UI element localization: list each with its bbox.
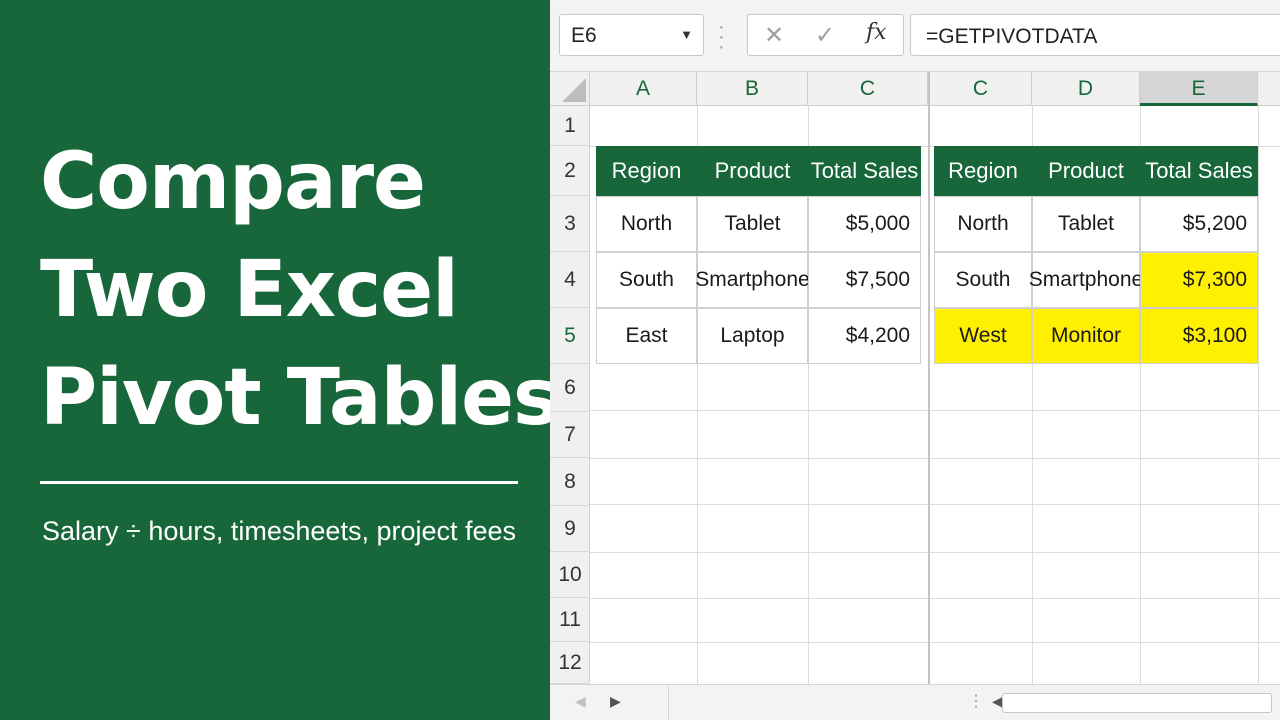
select-all-icon — [562, 78, 586, 102]
gridline — [590, 642, 1280, 643]
row-header[interactable]: 11 — [550, 598, 590, 642]
horizontal-scrollbar[interactable] — [1002, 693, 1272, 713]
row-header[interactable]: 3 — [550, 196, 590, 252]
column-header[interactable]: B — [697, 72, 808, 106]
table-cell[interactable]: Tablet — [1032, 196, 1140, 252]
drag-handle-icon[interactable]: · · · — [718, 17, 725, 57]
column-header[interactable]: D — [1032, 72, 1140, 106]
insert-function-icon[interactable]: fx — [866, 20, 887, 45]
drag-handle-icon[interactable]: ⋮ — [968, 691, 984, 711]
gridline — [590, 458, 1280, 459]
status-divider — [668, 685, 669, 720]
gridline — [590, 504, 1280, 505]
scroll-right-icon[interactable]: ▶ — [610, 693, 621, 710]
table-cell[interactable]: South — [934, 252, 1032, 308]
row-header[interactable]: 2 — [550, 146, 590, 196]
banner-title-line: Pivot Tables — [40, 353, 550, 443]
banner-subtitle: Salary ÷ hours, timesheets, project fees — [42, 516, 517, 546]
column-headers: A B C C D E — [590, 72, 1280, 106]
table-cell[interactable]: $7,500 — [808, 252, 921, 308]
row-header-selected[interactable]: 5 — [550, 308, 590, 364]
table-cell[interactable]: $4,200 — [808, 308, 921, 364]
title-banner: Compare Two Excel Pivot Tables Salary ÷ … — [0, 0, 550, 720]
banner-divider — [40, 481, 518, 484]
worksheet-grid[interactable]: A B C C D E 1 2 3 4 5 6 7 8 9 10 11 12 R… — [550, 72, 1280, 684]
column-header[interactable]: C — [808, 72, 928, 106]
row-header[interactable]: 8 — [550, 458, 590, 506]
column-header-selected[interactable]: E — [1140, 72, 1258, 106]
select-all-button[interactable] — [550, 72, 590, 106]
table-header-cell[interactable]: Total Sales — [1140, 146, 1258, 196]
row-headers: 1 2 3 4 5 6 7 8 9 10 11 12 — [550, 106, 590, 684]
column-header[interactable]: C — [930, 72, 1032, 106]
split-pane-divider[interactable] — [928, 72, 930, 684]
row-header[interactable]: 1 — [550, 106, 590, 146]
table-cell[interactable]: South — [596, 252, 697, 308]
table-header-cell[interactable]: Region — [596, 146, 697, 196]
table-header-cell[interactable]: Product — [1032, 146, 1140, 196]
table-header-cell[interactable]: Product — [697, 146, 808, 196]
chevron-down-icon[interactable]: ▼ — [680, 27, 693, 42]
gridline — [590, 552, 1280, 553]
row-header[interactable]: 12 — [550, 642, 590, 684]
table-header-cell[interactable]: Total Sales — [808, 146, 921, 196]
table-cell[interactable]: Tablet — [697, 196, 808, 252]
name-box[interactable]: E6 ▼ — [559, 14, 704, 56]
table-cell[interactable]: East — [596, 308, 697, 364]
formula-buttons: ✕ ✓ fx — [747, 14, 904, 56]
row-header[interactable]: 4 — [550, 252, 590, 308]
cancel-icon[interactable]: ✕ — [764, 21, 784, 50]
spreadsheet-window: E6 ▼ · · · ✕ ✓ fx =GETPIVOTDATA A B C C D … — [550, 0, 1280, 720]
table-cell-highlighted[interactable]: Monitor — [1032, 308, 1140, 364]
check-icon[interactable]: ✓ — [815, 21, 835, 50]
table-cell[interactable]: North — [934, 196, 1032, 252]
formula-bar: E6 ▼ · · · ✕ ✓ fx =GETPIVOTDATA — [550, 0, 1280, 72]
formula-text: =GETPIVOTDATA — [926, 25, 1098, 48]
row-header[interactable]: 6 — [550, 364, 590, 412]
row-header[interactable]: 7 — [550, 412, 590, 458]
formula-input[interactable]: =GETPIVOTDATA — [910, 14, 1280, 56]
banner-title-line: Compare — [40, 137, 426, 227]
row-header[interactable]: 9 — [550, 506, 590, 552]
gridline — [590, 410, 1280, 411]
banner-title: Compare Two Excel Pivot Tables — [40, 128, 550, 452]
sheet-status-bar: ◀ ▶ ⋮ ◀ — [550, 684, 1280, 720]
table-cell-highlighted[interactable]: West — [934, 308, 1032, 364]
table-cell[interactable]: North — [596, 196, 697, 252]
banner-title-line: Two Excel — [40, 245, 459, 335]
table-cell[interactable]: Smartphone — [1029, 252, 1143, 308]
name-box-value: E6 — [571, 24, 597, 47]
table-cell[interactable]: Laptop — [697, 308, 808, 364]
table-header-cell[interactable]: Region — [934, 146, 1032, 196]
scroll-left-icon[interactable]: ◀ — [575, 693, 586, 710]
column-header[interactable]: A — [590, 72, 697, 106]
table-cell-highlighted[interactable]: $3,100 — [1140, 308, 1258, 364]
table-cell[interactable]: $5,200 — [1140, 196, 1258, 252]
table-cell[interactable]: Smartphone — [695, 252, 810, 308]
table-cell[interactable]: $5,000 — [808, 196, 921, 252]
row-header[interactable]: 10 — [550, 552, 590, 598]
table-cell-highlighted[interactable]: $7,300 — [1140, 252, 1258, 308]
gridline — [590, 598, 1280, 599]
